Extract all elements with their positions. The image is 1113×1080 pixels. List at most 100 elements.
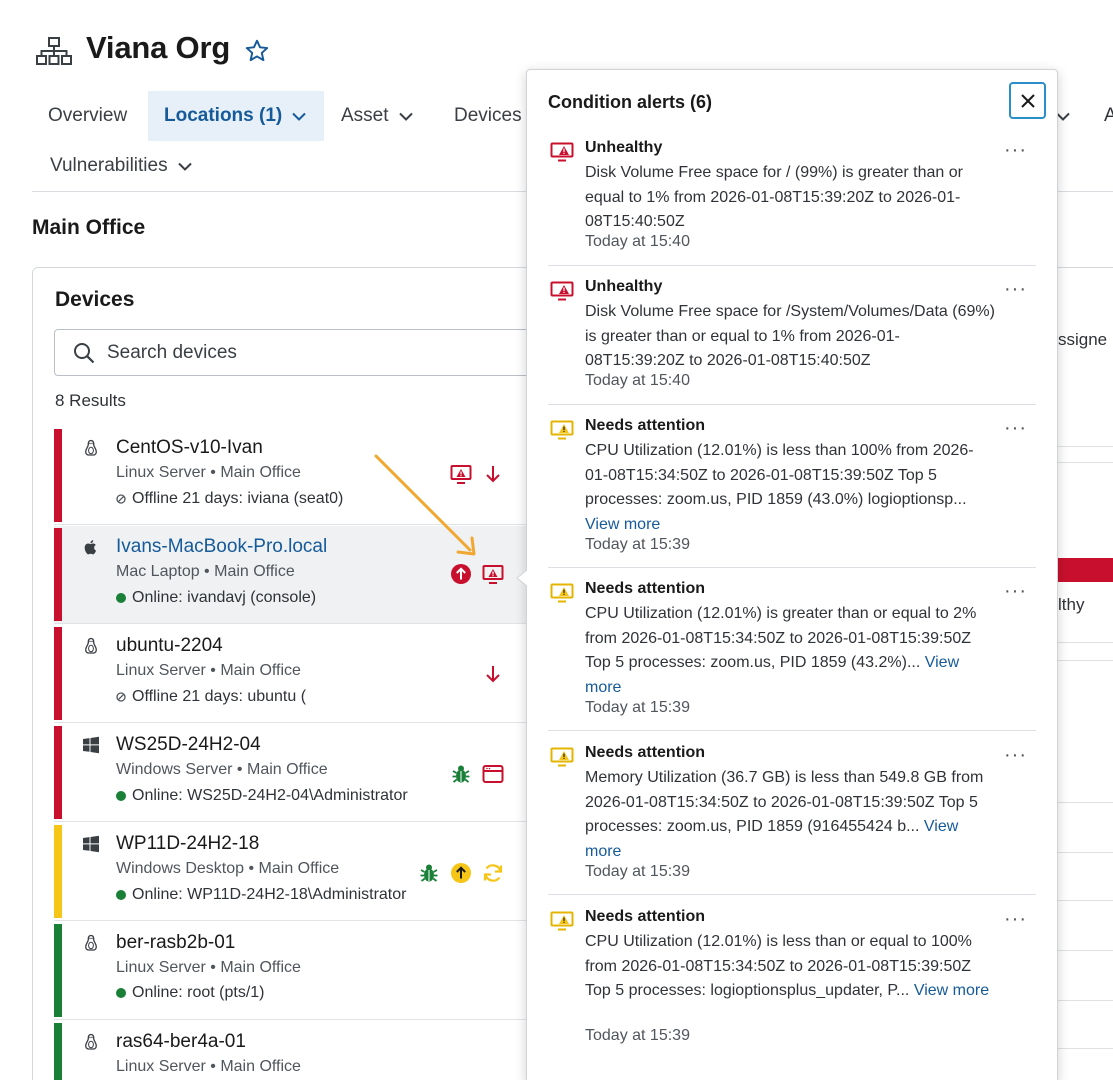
device-meta: Linux Server • Main Office (116, 662, 301, 679)
more-options-button[interactable]: ··· (1004, 744, 1027, 767)
monitor-alert-icon[interactable] (482, 563, 504, 585)
device-meta: Windows Desktop • Main Office (116, 860, 340, 877)
popover-title: Condition alerts (6) (548, 92, 713, 112)
sync-icon[interactable] (482, 862, 504, 884)
device-status: Offline 21 days: ubuntu ( (116, 688, 306, 706)
alert-time: Today at 15:40 (585, 233, 690, 250)
device-meta: Linux Server • Main Office (116, 959, 301, 976)
more-options-button[interactable]: ··· (1004, 139, 1027, 162)
alert-item: Unhealthy Disk Volume Free space for /Sy… (548, 278, 1036, 405)
alert-time: Today at 15:39 (585, 1027, 690, 1044)
close-button[interactable] (1009, 82, 1046, 119)
online-dot (116, 593, 126, 603)
device-row[interactable]: WP11D-24H2-18 Windows Desktop • Main Off… (54, 823, 526, 921)
device-name[interactable]: WP11D-24H2-18 (116, 833, 259, 855)
devices-title: Devices (55, 288, 135, 311)
alert-title: Unhealthy (585, 278, 663, 295)
device-meta: Windows Server • Main Office (116, 761, 328, 778)
view-more-link[interactable]: View more (914, 982, 989, 999)
alert-text: CPU Utilization (12.01%) is less than or… (585, 933, 990, 1000)
online-dot (116, 791, 126, 801)
page-title: Viana Org (86, 30, 231, 65)
chevron-down-icon (292, 112, 306, 121)
tab-asset[interactable]: Asset (341, 91, 413, 141)
tab-locations[interactable]: Locations (1) (148, 91, 324, 141)
arrow-down-icon (486, 666, 500, 683)
tab-devices[interactable]: Devices (454, 91, 522, 141)
view-more-link[interactable]: View more (585, 516, 660, 533)
windows-icon (83, 736, 99, 754)
alert-item: Unhealthy Disk Volume Free space for / (… (548, 139, 1036, 266)
divider (1058, 660, 1113, 661)
device-name[interactable]: CentOS-v10-Ivan (116, 437, 263, 459)
annotation-arrow (374, 454, 476, 556)
alert-item: Needs attention CPU Utilization (12.01%)… (548, 417, 1036, 568)
device-name[interactable]: ras64-ber4a-01 (116, 1031, 246, 1053)
tab-vulnerabilities[interactable]: Vulnerabilities (50, 141, 192, 191)
tab-overview[interactable]: Overview (48, 91, 127, 141)
divider (1058, 462, 1113, 463)
bug-icon[interactable] (418, 862, 440, 884)
device-name[interactable]: WS25D-24H2-04 (116, 734, 261, 756)
location-title: Main Office (32, 216, 146, 239)
more-options-button[interactable]: ··· (1004, 417, 1027, 440)
divider (1058, 1048, 1113, 1049)
app-window-icon[interactable] (482, 763, 504, 785)
divider (1058, 852, 1113, 853)
alert-title: Needs attention (585, 908, 706, 925)
alert-time: Today at 15:39 (585, 536, 690, 553)
device-status: Online: WP11D-24H2-18\Administrator (116, 886, 406, 904)
alert-item: Needs attention CPU Utilization (12.01%)… (548, 580, 1036, 731)
status-stripe (54, 1023, 62, 1080)
search-box[interactable] (54, 329, 574, 376)
alert-item: Needs attention CPU Utilization (12.01%)… (548, 908, 1036, 1058)
device-meta: Mac Laptop • Main Office (116, 563, 295, 580)
device-name[interactable]: ber-rasb2b-01 (116, 932, 235, 954)
status-stripe (54, 924, 62, 1017)
monitor-warning-icon (550, 420, 574, 440)
alert-title: Needs attention (585, 744, 706, 761)
apple-icon (84, 540, 97, 555)
popover-pointer (516, 566, 532, 590)
alert-text: Memory Utilization (36.7 GB) is less tha… (585, 769, 984, 860)
divider (1058, 1000, 1113, 1001)
assigned-fragment: ssigne (1058, 330, 1108, 349)
device-status: Offline 21 days: iviana (seat0) (116, 490, 343, 508)
chevron-down-icon[interactable] (1056, 112, 1070, 121)
status-stripe (54, 825, 62, 918)
device-status: Online: ivandavj (console) (116, 589, 316, 607)
bug-icon[interactable] (450, 763, 472, 785)
linux-icon (85, 1033, 97, 1050)
search-input[interactable] (107, 341, 507, 364)
device-meta: Linux Server • Main Office (116, 464, 301, 481)
alert-text: CPU Utilization (12.01%) is less than 10… (585, 442, 974, 533)
device-name[interactable]: Ivans-MacBook-Pro.local (116, 536, 327, 558)
device-name[interactable]: ubuntu-2204 (116, 635, 223, 657)
alert-text: CPU Utilization (12.01%) is greater than… (585, 605, 977, 696)
alert-time: Today at 15:39 (585, 699, 690, 716)
device-row[interactable]: ras64-ber4a-01 Linux Server • Main Offic… (54, 1021, 526, 1080)
results-count: 8 Results (55, 391, 126, 410)
monitor-warning-icon (550, 583, 574, 603)
favorite-star-icon[interactable] (244, 38, 270, 64)
device-meta: Linux Server • Main Office (116, 1058, 301, 1075)
divider (1058, 446, 1113, 447)
linux-icon (85, 439, 97, 456)
more-options-button[interactable]: ··· (1004, 908, 1027, 931)
device-status: Online: root (pts/1) (116, 984, 265, 1002)
device-status: Online: WS25D-24H2-04\Administrator (116, 787, 408, 805)
tab-overflow-fragment: A (1104, 105, 1113, 126)
device-row[interactable]: ber-rasb2b-01 Linux Server • Main Office… (54, 922, 526, 1020)
divider (1058, 900, 1113, 901)
monitor-alert-icon (550, 142, 574, 162)
status-stripe (54, 627, 62, 720)
device-row[interactable]: ubuntu-2204 Linux Server • Main Office O… (54, 625, 526, 723)
monitor-alert-icon (550, 281, 574, 301)
arrow-up-circle-icon (451, 863, 471, 883)
more-options-button[interactable]: ··· (1004, 278, 1027, 301)
windows-icon (83, 835, 99, 853)
more-options-button[interactable]: ··· (1004, 580, 1027, 603)
alert-time: Today at 15:39 (585, 863, 690, 880)
offline-icon (116, 494, 126, 504)
device-row[interactable]: WS25D-24H2-04 Windows Server • Main Offi… (54, 724, 526, 822)
